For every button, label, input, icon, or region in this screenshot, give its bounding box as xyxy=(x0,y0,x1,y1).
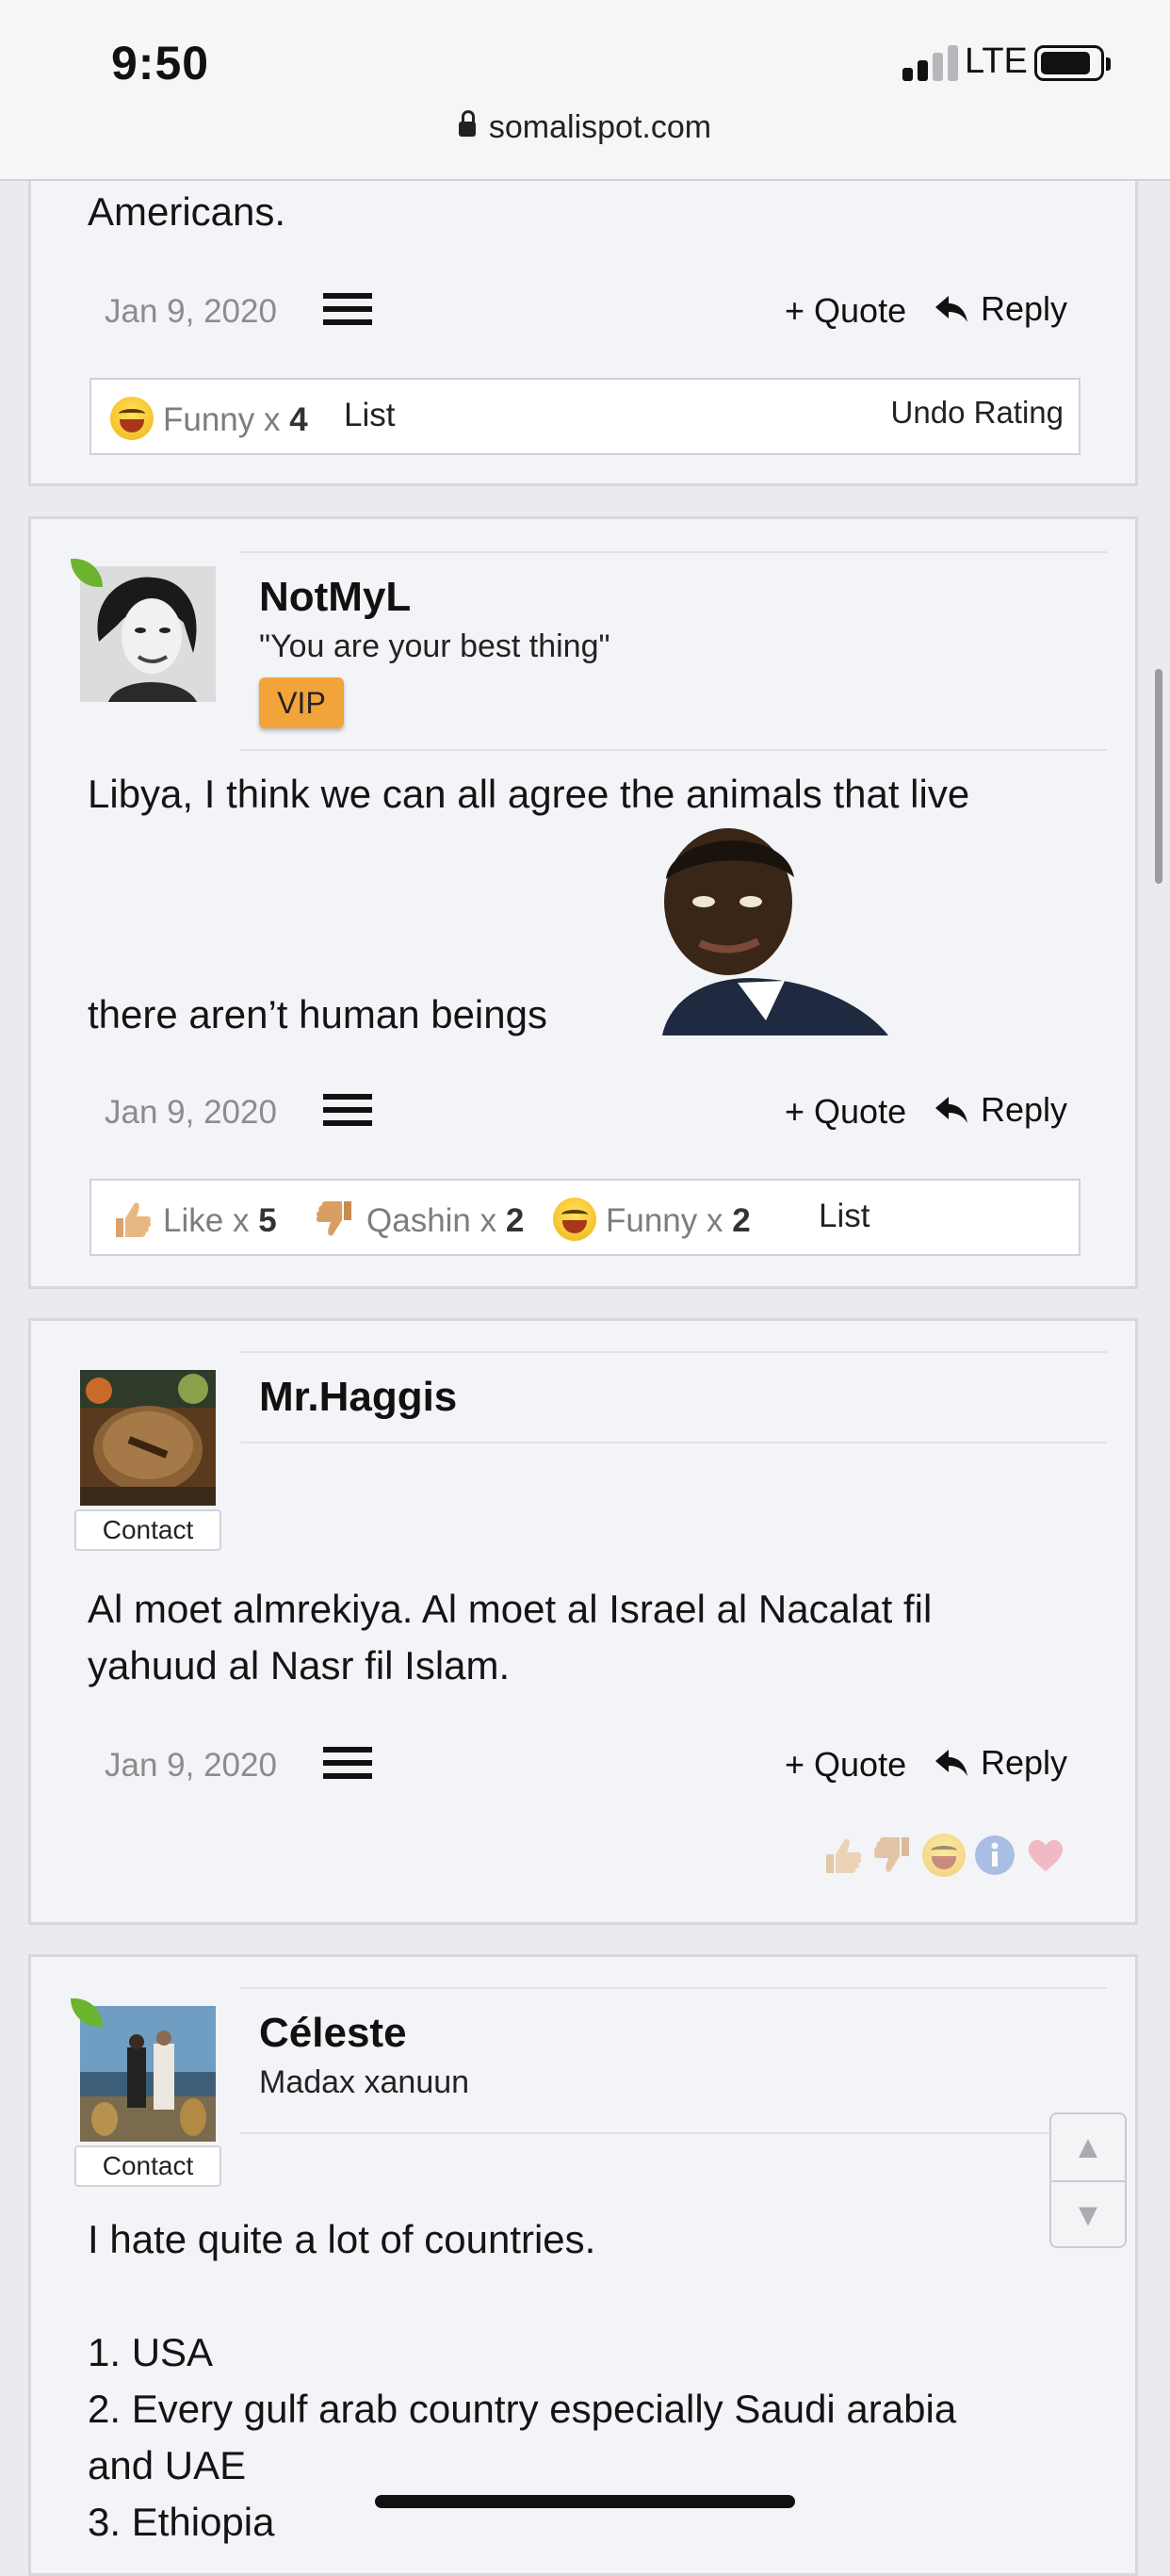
quote-button[interactable]: + Quote xyxy=(785,1092,906,1132)
battery-icon xyxy=(1034,45,1111,81)
contact-button[interactable]: Contact xyxy=(74,1509,221,1551)
like-icon[interactable] xyxy=(821,1834,864,1877)
user-divider xyxy=(240,1987,1107,1989)
post-author[interactable]: Mr.Haggis xyxy=(259,1374,457,1421)
post-image[interactable] xyxy=(606,823,900,1035)
reply-label: Reply xyxy=(981,1743,1068,1782)
post-menu-icon[interactable] xyxy=(323,1747,372,1779)
funny-icon[interactable] xyxy=(922,1834,966,1877)
post-date[interactable]: Jan 9, 2020 xyxy=(105,1094,277,1132)
post-author[interactable]: NotMyL xyxy=(259,574,411,621)
scroll-up-button[interactable]: ▲ xyxy=(1051,2114,1125,2182)
avatar[interactable] xyxy=(80,1370,216,1506)
dislike-icon[interactable] xyxy=(871,1834,915,1877)
reply-button[interactable]: Reply xyxy=(934,289,1067,329)
reply-label: Reply xyxy=(981,1090,1068,1129)
page-scrollbar[interactable] xyxy=(1155,669,1162,884)
reactions-bar: Like x 5 Qashin x 2 Funny x 2 List xyxy=(89,1179,1081,1256)
scroll-down-button[interactable]: ▼ xyxy=(1051,2182,1125,2248)
user-title: "You are your best thing" xyxy=(259,628,610,664)
status-time: 9:50 xyxy=(111,37,210,90)
url-domain: somalispot.com xyxy=(488,109,712,145)
online-leaf-icon xyxy=(71,559,103,587)
status-bar: 9:50 LTE somalispot.com xyxy=(0,0,1170,181)
contact-button[interactable]: Contact xyxy=(74,2145,221,2187)
reply-icon xyxy=(935,1750,967,1776)
reactions-list-link[interactable]: List xyxy=(344,397,395,434)
post-date[interactable]: Jan 9, 2020 xyxy=(105,293,277,331)
post: Contact Céleste Madax xanuun I hate quit… xyxy=(28,1954,1138,2576)
user-divider xyxy=(240,1351,1107,1353)
signal-icon xyxy=(902,43,959,81)
quote-button[interactable]: + Quote xyxy=(785,1745,906,1785)
post: Americans. Jan 9, 2020 + Quote Reply Fun… xyxy=(28,141,1138,486)
scroll-buttons: ▲ ▼ xyxy=(1049,2112,1127,2248)
reply-icon xyxy=(935,1097,967,1123)
user-divider xyxy=(240,551,1107,553)
user-divider xyxy=(240,2132,1107,2134)
post-text: Al moet almrekiya. Al moet al Israel al … xyxy=(88,1587,933,1687)
post-text: there aren’t human beings xyxy=(88,992,547,1036)
avatar-image xyxy=(80,1370,216,1506)
user-divider xyxy=(240,749,1107,751)
info-icon[interactable] xyxy=(973,1834,1016,1877)
funny-icon xyxy=(553,1198,596,1241)
reactions-list-link[interactable]: List xyxy=(819,1198,869,1235)
post: NotMyL "You are your best thing" VIP Lib… xyxy=(28,516,1138,1289)
lock-icon xyxy=(458,110,476,137)
post-text: Americans. xyxy=(88,189,286,234)
post: Contact Mr.Haggis Al moet almrekiya. Al … xyxy=(28,1318,1138,1925)
reactions-bar: Funny x 4 List Undo Rating xyxy=(89,378,1081,455)
dislike-icon xyxy=(316,1201,351,1236)
heart-icon[interactable] xyxy=(1024,1834,1067,1877)
reply-icon xyxy=(934,296,967,322)
vip-badge: VIP xyxy=(259,677,344,728)
reaction-buttons xyxy=(821,1834,1075,1881)
reaction-funny[interactable]: Funny x 4 xyxy=(110,397,308,440)
undo-rating-link[interactable]: Undo Rating xyxy=(891,395,1064,431)
reaction-qashin[interactable]: Qashin x 2 xyxy=(314,1198,524,1241)
online-leaf-icon xyxy=(71,1998,103,2027)
post-menu-icon[interactable] xyxy=(323,293,372,325)
post-date[interactable]: Jan 9, 2020 xyxy=(105,1747,277,1785)
user-title: Madax xanuun xyxy=(259,2064,470,2100)
post-menu-icon[interactable] xyxy=(323,1094,372,1126)
user-divider xyxy=(240,1442,1107,1443)
home-indicator[interactable] xyxy=(375,2495,795,2508)
reply-button[interactable]: Reply xyxy=(934,1743,1067,1783)
url-bar[interactable]: somalispot.com xyxy=(0,109,1170,146)
post-author[interactable]: Céleste xyxy=(259,2010,407,2057)
funny-icon xyxy=(110,397,154,440)
reaction-funny[interactable]: Funny x 2 xyxy=(553,1198,751,1241)
quote-button[interactable]: + Quote xyxy=(785,291,906,331)
like-icon xyxy=(116,1202,152,1237)
reply-button[interactable]: Reply xyxy=(934,1090,1067,1130)
post-image-graphic xyxy=(606,823,900,1035)
reaction-like[interactable]: Like x 5 xyxy=(110,1198,277,1241)
reply-label: Reply xyxy=(981,289,1068,328)
post-text: Libya, I think we can all agree the anim… xyxy=(88,772,970,816)
network-label: LTE xyxy=(965,41,1028,81)
